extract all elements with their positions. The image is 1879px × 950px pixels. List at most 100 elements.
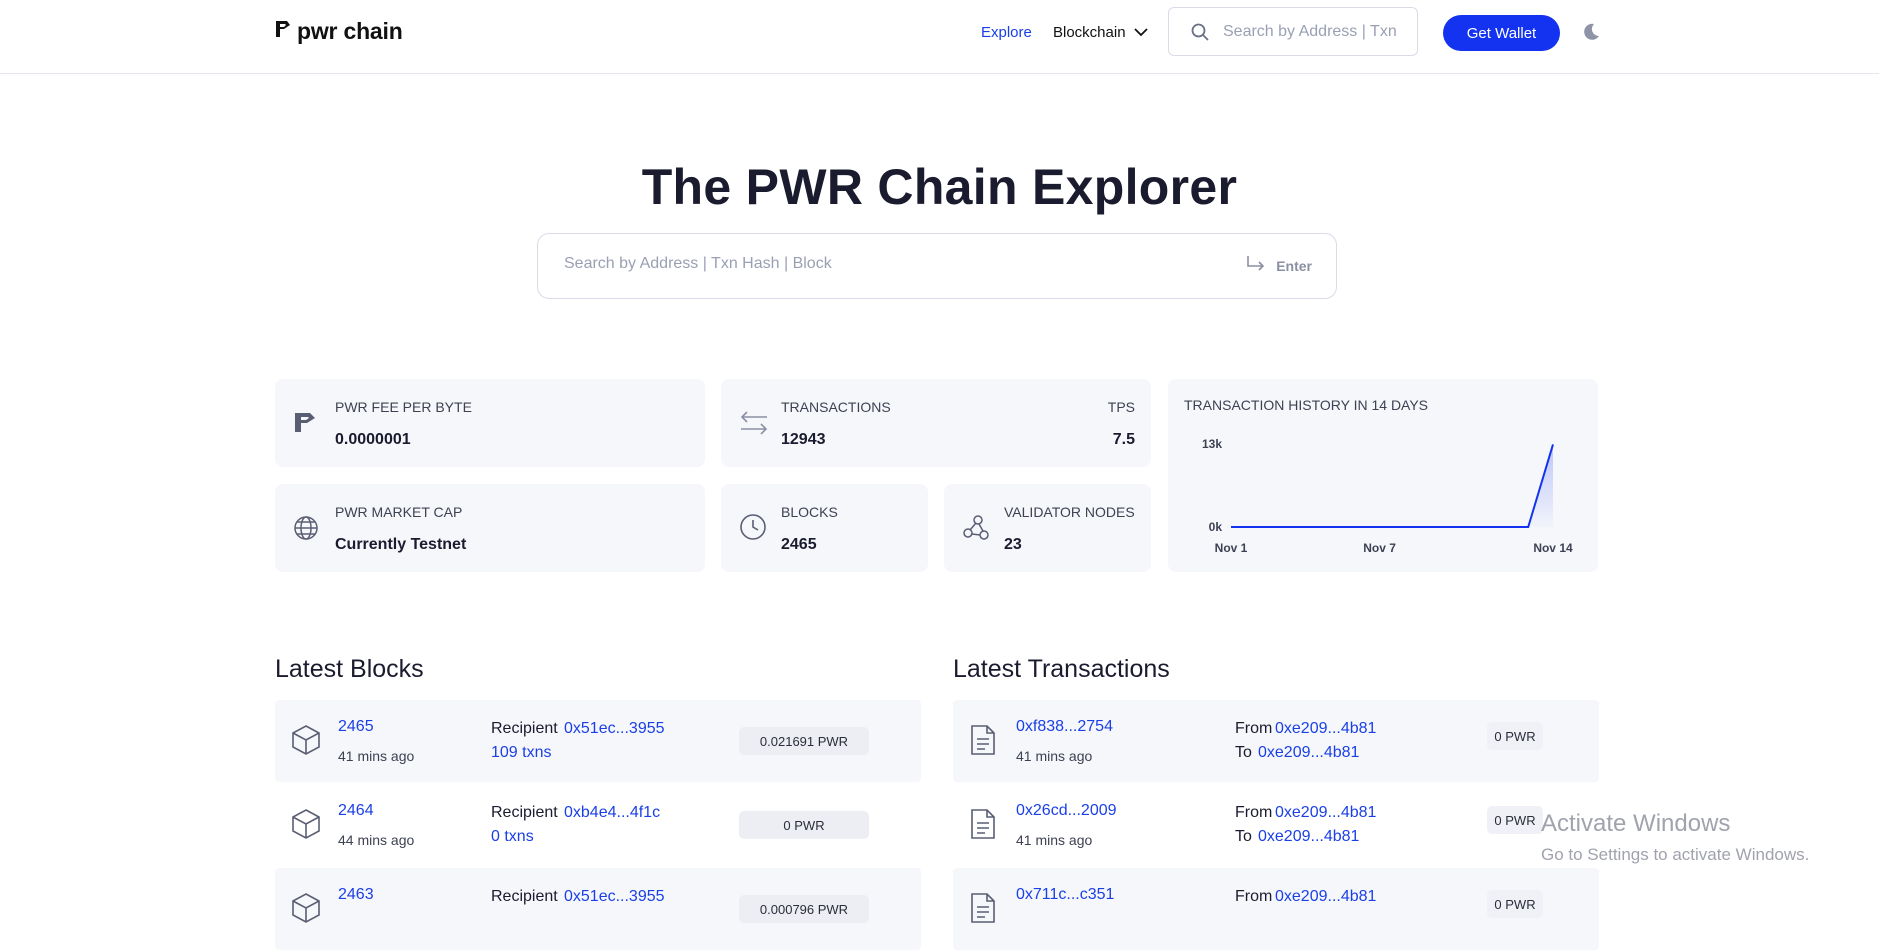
tx-value-badge: 0 PWR bbox=[1487, 890, 1543, 918]
block-txns-link[interactable]: 109 txns bbox=[491, 744, 551, 762]
main-search-box: Enter bbox=[537, 233, 1337, 299]
transaction-history-card: TRANSACTION HISTORY IN 14 DAYS 0k 13k Nov … bbox=[1168, 379, 1598, 572]
block-reward-badge: 0.021691 PWR bbox=[739, 727, 869, 755]
market-cap-value: Currently Testnet bbox=[335, 536, 467, 553]
x-tick-label: Nov 7 bbox=[1363, 541, 1396, 555]
blocks-value: 2465 bbox=[781, 536, 817, 553]
enter-label: Enter bbox=[1276, 257, 1312, 274]
document-icon bbox=[969, 892, 997, 929]
chart-series-line bbox=[1231, 444, 1554, 528]
main-search-input[interactable] bbox=[562, 254, 1206, 274]
dark-mode-toggle-moon-icon[interactable] bbox=[1581, 22, 1601, 47]
nav-explore-link[interactable]: Explore bbox=[981, 24, 1032, 41]
transaction-row: 0x711c...c351 From 0xe209...4b81 0 PWR bbox=[953, 868, 1599, 950]
transfer-arrows-icon bbox=[739, 410, 769, 441]
nav-blockchain-label: Blockchain bbox=[1053, 24, 1126, 41]
blocks-label: BLOCKS bbox=[781, 504, 838, 520]
block-number-link[interactable]: 2465 bbox=[338, 718, 374, 736]
from-address-link[interactable]: 0xe209...4b81 bbox=[1275, 888, 1376, 906]
market-cap-label: PWR MARKET CAP bbox=[335, 504, 463, 520]
validators-value: 23 bbox=[1004, 536, 1022, 553]
logo[interactable]: pwr chain bbox=[275, 18, 403, 45]
transactions-value: 12943 bbox=[781, 431, 826, 448]
from-address-link[interactable]: 0xe209...4b81 bbox=[1275, 804, 1376, 822]
tps-value: 7.5 bbox=[1112, 431, 1135, 448]
x-tick-label: Nov 1 bbox=[1215, 541, 1248, 555]
page-title: The PWR Chain Explorer bbox=[641, 159, 1238, 215]
nav-blockchain-dropdown[interactable]: Blockchain bbox=[1053, 24, 1148, 41]
activate-windows-subtitle: Go to Settings to activate Windows. bbox=[1541, 845, 1810, 864]
latest-blocks-title: Latest Blocks bbox=[275, 655, 424, 683]
from-label: From bbox=[1235, 720, 1273, 737]
logo-text: pwr chain bbox=[297, 18, 403, 44]
block-row: 2464 44 mins ago Recipient 0xb4e4...4f1c 0 t… bbox=[275, 784, 921, 866]
recipient-address-link[interactable]: 0xb4e4...4f1c bbox=[564, 804, 660, 822]
recipient-label: Recipient bbox=[491, 888, 558, 905]
tx-value-badge: 0 PWR bbox=[1487, 806, 1543, 834]
y-tick-label: 0k bbox=[1209, 520, 1223, 534]
tps-label: TPS bbox=[1107, 399, 1135, 415]
chevron-down-icon bbox=[1133, 24, 1148, 41]
block-row: 2463 Recipient 0x51ec...3955 0.000796 PWR bbox=[275, 868, 921, 950]
tx-hash-link[interactable]: 0x26cd...2009 bbox=[1016, 802, 1117, 820]
header-search-box bbox=[1168, 7, 1418, 56]
enter-button[interactable]: Enter bbox=[1246, 255, 1312, 276]
recipient-label: Recipient bbox=[491, 720, 558, 737]
block-age: 44 mins ago bbox=[338, 832, 415, 848]
recipient-address-link[interactable]: 0x51ec...3955 bbox=[564, 720, 665, 738]
document-icon bbox=[969, 724, 997, 761]
tx-hash-link[interactable]: 0x711c...c351 bbox=[1016, 886, 1114, 904]
fee-card: PWR FEE PER BYTE 0.0000001 bbox=[275, 379, 705, 467]
transaction-row: 0xf838...2754 41 mins ago From 0xe209...4b8… bbox=[953, 700, 1599, 782]
globe-icon bbox=[293, 515, 319, 546]
from-address-link[interactable]: 0xe209...4b81 bbox=[1275, 720, 1376, 738]
tx-value-badge: 0 PWR bbox=[1487, 722, 1543, 750]
transaction-row: 0x26cd...2009 41 mins ago From 0xe209...4b8… bbox=[953, 784, 1599, 866]
fee-label: PWR FEE PER BYTE bbox=[335, 399, 472, 415]
market-cap-card: PWR MARKET CAP Currently Testnet bbox=[275, 484, 705, 572]
nodes-network-icon bbox=[962, 513, 990, 546]
from-label: From bbox=[1235, 888, 1273, 905]
return-arrow-icon bbox=[1246, 255, 1266, 276]
clock-icon bbox=[739, 513, 767, 546]
latest-transactions-title: Latest Transactions bbox=[953, 655, 1170, 683]
transactions-label: TRANSACTIONS bbox=[781, 399, 891, 415]
recipient-label: Recipient bbox=[491, 804, 558, 821]
to-label: To bbox=[1235, 828, 1252, 845]
to-label: To bbox=[1235, 744, 1252, 761]
tx-hash-link[interactable]: 0xf838...2754 bbox=[1016, 718, 1113, 736]
document-icon bbox=[969, 808, 997, 845]
block-age: 41 mins ago bbox=[338, 748, 415, 764]
tx-age: 41 mins ago bbox=[1016, 748, 1093, 764]
to-address-link[interactable]: 0xe209...4b81 bbox=[1258, 744, 1359, 762]
header-search-input[interactable] bbox=[1221, 21, 1405, 42]
to-address-link[interactable]: 0xe209...4b81 bbox=[1258, 828, 1359, 846]
fee-value: 0.0000001 bbox=[335, 431, 411, 448]
x-tick-label: Nov 14 bbox=[1533, 541, 1573, 555]
pwr-logo-icon bbox=[275, 20, 291, 43]
blocks-card: BLOCKS 2465 bbox=[721, 484, 928, 572]
transactions-card: TRANSACTIONS 12943 TPS 7.5 bbox=[721, 379, 1151, 467]
top-header: pwr chain Explore Blockchain Get Wallet bbox=[0, 0, 1879, 74]
from-label: From bbox=[1235, 804, 1273, 821]
block-cube-icon bbox=[291, 892, 321, 929]
pwr-token-icon bbox=[293, 410, 319, 439]
block-number-link[interactable]: 2464 bbox=[338, 802, 374, 820]
block-row: 2465 41 mins ago Recipient 0x51ec...3955 109… bbox=[275, 700, 921, 782]
transaction-history-chart: 0k 13k Nov 1 Nov 7 Nov 14 bbox=[1202, 437, 1573, 555]
chart-area-fill bbox=[1231, 444, 1553, 527]
block-number-link[interactable]: 2463 bbox=[338, 886, 374, 904]
block-cube-icon bbox=[291, 808, 321, 845]
recipient-address-link[interactable]: 0x51ec...3955 bbox=[564, 888, 665, 906]
block-reward-badge: 0.000796 PWR bbox=[739, 895, 869, 923]
validators-card: VALIDATOR NODES 23 bbox=[944, 484, 1151, 572]
block-reward-badge: 0 PWR bbox=[739, 811, 869, 839]
tx-age: 41 mins ago bbox=[1016, 832, 1093, 848]
get-wallet-button[interactable]: Get Wallet bbox=[1443, 15, 1560, 51]
search-icon bbox=[1191, 23, 1209, 41]
block-cube-icon bbox=[291, 724, 321, 761]
block-txns-link[interactable]: 0 txns bbox=[491, 828, 534, 846]
activate-windows-title: Activate Windows bbox=[1541, 810, 1731, 837]
y-tick-label: 13k bbox=[1202, 437, 1222, 451]
validators-label: VALIDATOR NODES bbox=[1004, 504, 1135, 520]
